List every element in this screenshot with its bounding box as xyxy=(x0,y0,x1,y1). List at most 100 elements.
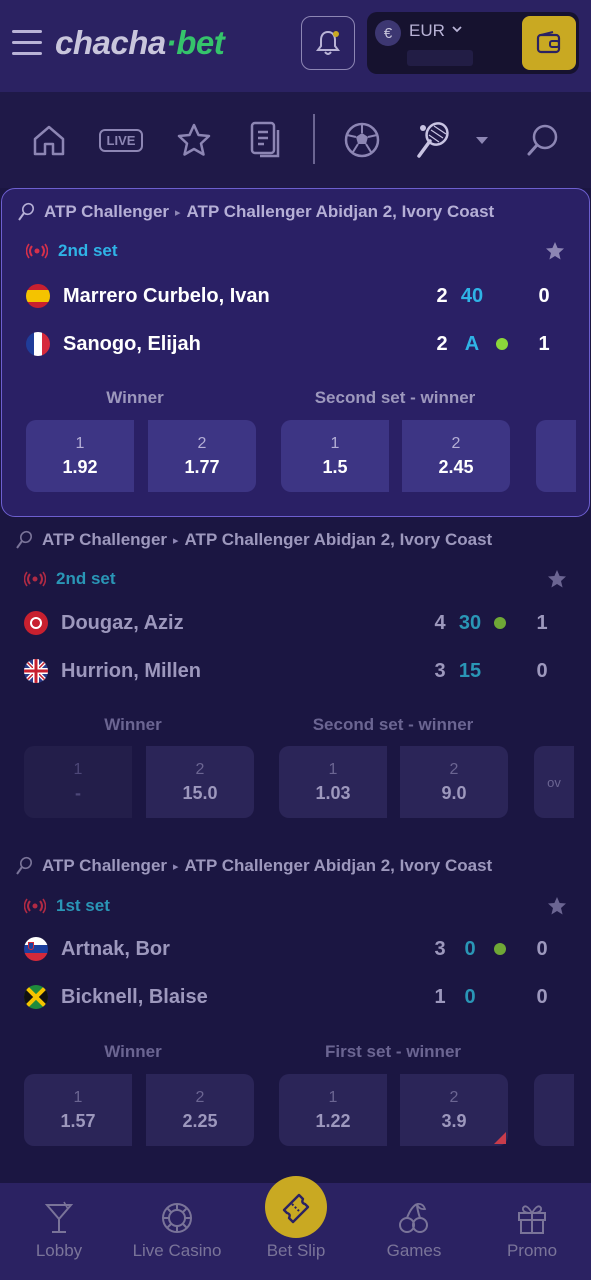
cherries-icon xyxy=(399,1202,428,1233)
serving-indicator xyxy=(496,338,508,350)
tab-bet-slip[interactable] xyxy=(265,1176,327,1238)
score-sets: 0 xyxy=(538,284,550,307)
odd-button-suspended: 1- xyxy=(24,746,132,818)
odd-button-partial[interactable]: ov xyxy=(534,746,574,818)
score-points: 30 xyxy=(458,611,482,634)
balance-widget[interactable]: € EUR xyxy=(367,12,579,74)
odd-button[interactable]: 2 1.77 xyxy=(148,420,256,492)
favorite-star-icon[interactable] xyxy=(547,569,567,589)
odd-button-partial[interactable] xyxy=(536,420,576,492)
odd-button[interactable]: 1 1.5 xyxy=(281,420,389,492)
odds-row: 1 1.57 2 2.25 1 1.22 2 3.9 xyxy=(24,1074,591,1146)
nav-home[interactable] xyxy=(28,118,70,162)
tournament-breadcrumb[interactable]: ATP Challenger ▸ ATP Challenger Abidjan … xyxy=(16,201,494,223)
nav-more-sports[interactable] xyxy=(473,118,491,162)
nav-live[interactable]: LIVE xyxy=(97,118,145,162)
cocktail-icon xyxy=(44,1201,74,1233)
player-row: Hurrion, Millen 3 15 0 xyxy=(24,656,559,686)
bet-slip-label[interactable]: Bet Slip xyxy=(236,1241,356,1261)
match-card[interactable]: ATP Challenger ▸ ATP Challenger Abidjan … xyxy=(0,843,591,1171)
score-points: 0 xyxy=(464,937,476,960)
uk-flag-icon xyxy=(24,659,48,683)
odd-button[interactable]: 1 1.03 xyxy=(279,746,387,818)
notifications-button[interactable] xyxy=(301,16,355,70)
tennis-racket-icon xyxy=(18,202,35,221)
favorite-star-icon[interactable] xyxy=(547,896,567,916)
tournament-breadcrumb[interactable]: ATP Challenger ▸ ATP Challenger Abidjan … xyxy=(14,529,492,551)
caret-down-icon xyxy=(476,137,488,144)
score-points: 15 xyxy=(458,659,482,682)
score-games: 1 xyxy=(434,985,446,1008)
breadcrumb-separator: ▸ xyxy=(173,534,179,547)
nav-tennis[interactable] xyxy=(412,118,454,162)
player-name: Bicknell, Blaise xyxy=(61,985,208,1008)
score-games: 2 xyxy=(436,332,448,355)
market-label: First set - winner xyxy=(324,1042,462,1061)
score-games: 3 xyxy=(434,659,446,682)
live-broadcast-icon xyxy=(26,243,48,259)
nav-favorites[interactable] xyxy=(173,118,215,162)
tennis-racket-icon xyxy=(16,856,33,875)
match-card[interactable]: ATP Challenger ▸ ATP Challenger Abidjan … xyxy=(1,188,590,517)
breadcrumb-separator: ▸ xyxy=(175,206,181,219)
odd-button-partial[interactable] xyxy=(534,1074,574,1146)
odd-button[interactable]: 2 9.0 xyxy=(400,746,508,818)
market-label: Second set - winner xyxy=(312,715,474,734)
gift-icon xyxy=(518,1205,546,1234)
odd-button[interactable]: 1 1.57 xyxy=(24,1074,132,1146)
jamaica-flag-icon xyxy=(24,985,48,1009)
france-flag-icon xyxy=(26,332,50,356)
player-row: Sanogo, Elijah 2 A 1 xyxy=(26,329,561,359)
score-points: 40 xyxy=(460,284,484,307)
breadcrumb-separator: ▸ xyxy=(173,860,179,873)
player-name: Artnak, Bor xyxy=(61,937,170,960)
score-sets: 0 xyxy=(536,659,548,682)
score-sets: 1 xyxy=(536,611,548,634)
favorite-star-icon[interactable] xyxy=(545,241,565,261)
tab-promo[interactable]: Promo xyxy=(473,1201,591,1261)
player-row: Dougaz, Aziz 4 30 1 xyxy=(24,608,559,638)
score-sets: 1 xyxy=(538,332,550,355)
top-header: chacha·bet € EUR xyxy=(0,0,591,92)
nav-search[interactable] xyxy=(522,118,564,162)
score-games: 4 xyxy=(434,611,446,634)
odd-button[interactable]: 1 1.22 xyxy=(279,1074,387,1146)
odd-button[interactable]: 2 2.45 xyxy=(402,420,510,492)
menu-icon[interactable] xyxy=(12,30,42,56)
score-sets: 0 xyxy=(536,937,548,960)
euro-icon: € xyxy=(375,20,401,46)
tab-games[interactable]: Games xyxy=(355,1201,473,1261)
bottom-nav: Lobby Live Casino Bet Slip Games Promo xyxy=(0,1176,591,1280)
market-label: Winner xyxy=(104,1042,162,1061)
player-row: Artnak, Bor 3 0 0 xyxy=(24,934,559,964)
tab-live-casino[interactable]: Live Casino xyxy=(118,1201,236,1261)
chevron-down-icon xyxy=(452,26,462,33)
tennis-racket-icon xyxy=(16,530,33,549)
chachabet-logo[interactable]: chacha·bet xyxy=(55,24,225,62)
slovenia-flag-icon xyxy=(24,937,48,961)
nav-betslips[interactable] xyxy=(246,118,286,162)
odd-button[interactable]: 2 2.25 xyxy=(146,1074,254,1146)
score-games: 2 xyxy=(436,284,448,307)
match-status: 1st set xyxy=(24,896,110,916)
match-card[interactable]: ATP Challenger ▸ ATP Challenger Abidjan … xyxy=(0,517,591,845)
deposit-button[interactable] xyxy=(522,16,576,70)
star-icon xyxy=(177,123,211,156)
spain-flag-icon xyxy=(26,284,50,308)
live-badge: LIVE xyxy=(98,128,144,152)
odd-button[interactable]: 1 1.92 xyxy=(26,420,134,492)
home-icon xyxy=(33,125,65,156)
tournament-breadcrumb[interactable]: ATP Challenger ▸ ATP Challenger Abidjan … xyxy=(14,855,492,877)
wallet-icon xyxy=(536,31,561,54)
market-label: Second set - winner xyxy=(314,388,476,407)
score-points: 0 xyxy=(464,985,476,1008)
odd-button[interactable]: 2 3.9 xyxy=(400,1074,508,1146)
odds-down-indicator xyxy=(494,1132,506,1144)
tab-lobby[interactable]: Lobby xyxy=(0,1201,118,1261)
player-row: Marrero Curbelo, Ivan 2 40 0 xyxy=(26,281,561,311)
odd-button[interactable]: 2 15.0 xyxy=(146,746,254,818)
currency-select[interactable]: EUR xyxy=(409,21,445,41)
nav-soccer[interactable] xyxy=(341,118,383,162)
market-label: Winner xyxy=(106,388,164,407)
balance-value-hidden xyxy=(407,50,473,66)
